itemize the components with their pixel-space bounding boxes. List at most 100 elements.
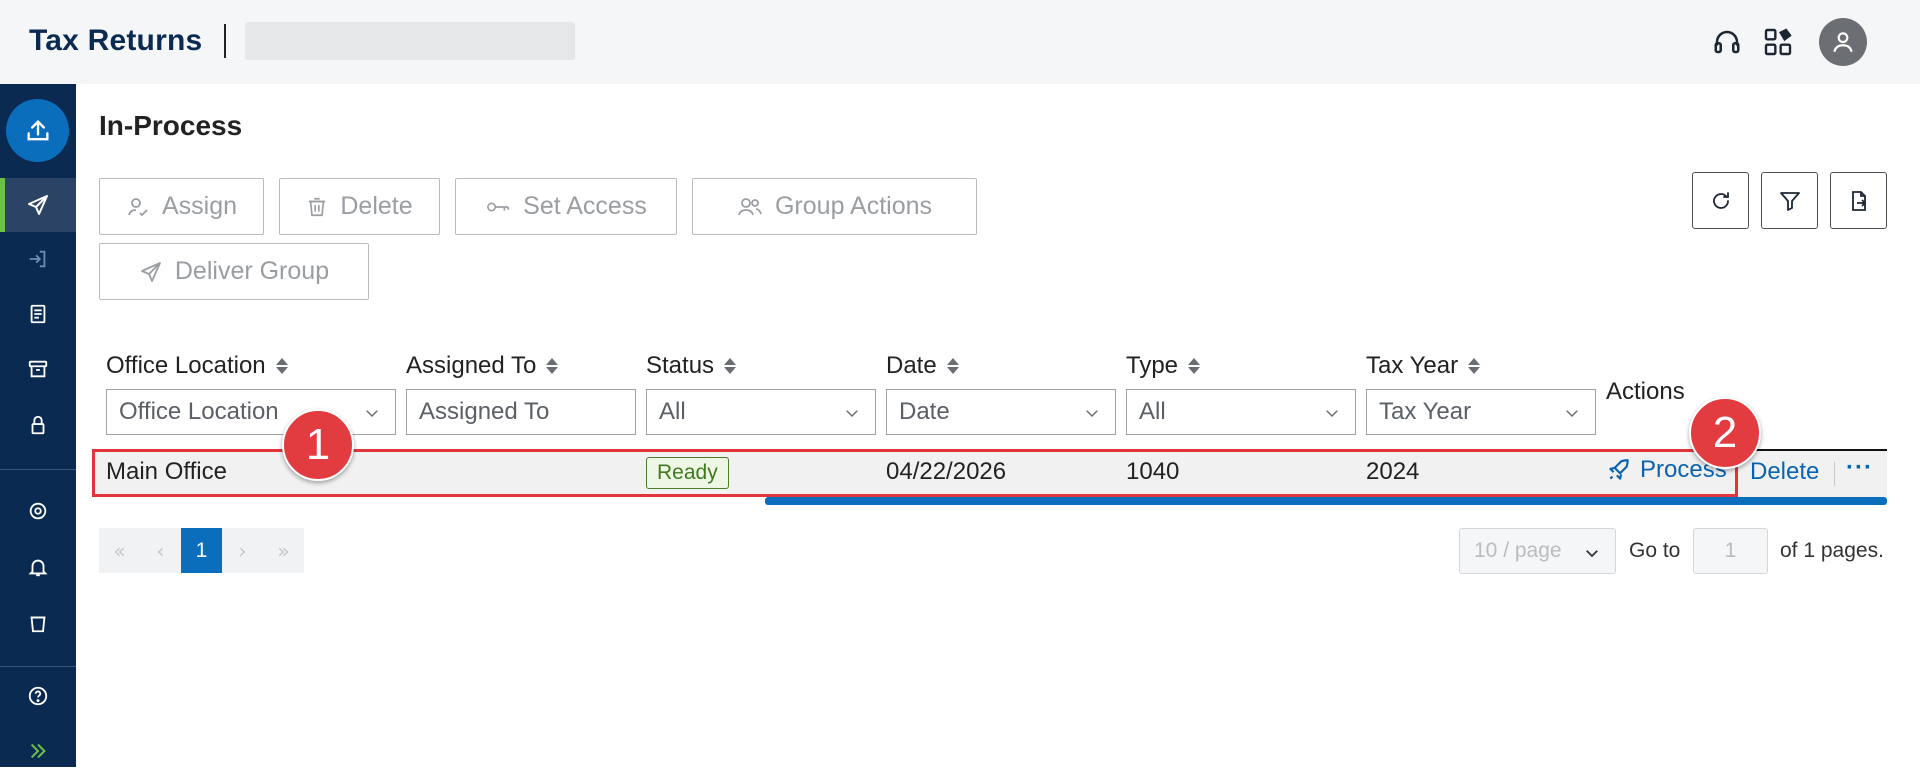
col-header-tax-year[interactable]: Tax Year <box>1366 352 1481 380</box>
sort-icon[interactable] <box>946 358 959 374</box>
document-icon <box>30 304 46 324</box>
deliver-group-button[interactable]: Deliver Group <box>99 243 369 300</box>
filter-value: All <box>1139 398 1166 425</box>
chevron-down-icon <box>846 410 858 418</box>
more-actions-button[interactable]: ··· <box>1846 454 1873 482</box>
col-header-label: Status <box>646 352 715 379</box>
assigned-to-filter[interactable]: Assigned To <box>406 389 636 435</box>
delete-label: Delete <box>340 192 413 220</box>
status-filter[interactable]: All <box>646 389 876 435</box>
col-header-assigned-to[interactable]: Assigned To <box>406 352 559 380</box>
sidebar-item-send[interactable] <box>0 178 76 232</box>
col-header-actions: Actions <box>1606 378 1685 405</box>
life-ring-icon <box>29 502 47 520</box>
filter-value: Assigned To <box>419 398 550 425</box>
sidebar-divider <box>0 469 76 470</box>
col-header-type[interactable]: Type <box>1126 352 1201 380</box>
col-header-label: Office Location <box>106 352 266 379</box>
col-header-status[interactable]: Status <box>646 352 737 380</box>
chevron-down-icon <box>1586 550 1598 558</box>
double-chevron-right-icon <box>30 743 46 759</box>
col-header-label: Date <box>886 352 937 379</box>
send-icon <box>28 195 48 215</box>
col-header-date[interactable]: Date <box>886 352 959 380</box>
first-page-button[interactable]: « <box>99 528 140 573</box>
goto-page-input[interactable]: 1 <box>1693 528 1768 574</box>
date-filter[interactable]: Date <box>886 389 1116 435</box>
page-button-current[interactable]: 1 <box>181 528 222 573</box>
sidebar-expand[interactable] <box>0 724 76 778</box>
action-separator <box>1834 462 1835 486</box>
last-page-button[interactable]: » <box>263 528 304 573</box>
delete-action[interactable]: Delete <box>1750 458 1819 486</box>
sort-icon[interactable] <box>1468 358 1481 374</box>
upload-button[interactable] <box>6 99 69 162</box>
cell-type: 1040 <box>1126 458 1180 485</box>
key-icon <box>487 202 510 211</box>
group-actions-button[interactable]: Group Actions <box>692 178 977 235</box>
sort-icon[interactable] <box>1188 358 1201 374</box>
tax-year-filter[interactable]: Tax Year <box>1366 389 1596 435</box>
group-actions-label: Group Actions <box>774 192 933 220</box>
sidebar-item-archive[interactable] <box>0 342 76 396</box>
refresh-icon <box>1712 191 1729 209</box>
sort-icon[interactable] <box>724 358 737 374</box>
sign-in-icon <box>29 250 46 268</box>
blurred-client-name <box>245 22 575 60</box>
chevron-down-icon <box>1086 410 1098 418</box>
cell-tax-year: 2024 <box>1366 458 1420 485</box>
sidebar-item-help[interactable] <box>0 669 76 723</box>
filter-value: Tax Year <box>1379 398 1472 425</box>
cell-date: 04/22/2026 <box>886 458 1007 485</box>
col-header-label: Type <box>1126 352 1179 379</box>
chevron-down-icon <box>1566 410 1578 418</box>
assign-button[interactable]: Assign <box>99 178 264 235</box>
type-filter[interactable]: All <box>1126 389 1356 435</box>
apps-icon[interactable] <box>1762 26 1794 58</box>
sidebar-divider <box>0 666 76 667</box>
chevron-down-icon <box>366 410 378 418</box>
office-location-filter[interactable]: Office Location <box>106 389 396 435</box>
set-access-label: Set Access <box>523 192 647 220</box>
sidebar-item-documents[interactable] <box>0 287 76 341</box>
sidebar-item-support[interactable] <box>0 484 76 538</box>
archive-icon <box>28 360 48 378</box>
app-title: Tax Returns <box>29 24 203 57</box>
app-header: Tax Returns <box>0 0 1920 84</box>
cell-office-location: Main Office <box>106 458 227 485</box>
export-file-icon <box>1851 190 1866 211</box>
prev-page-button[interactable]: ‹ <box>140 528 181 573</box>
sort-icon[interactable] <box>546 358 559 374</box>
filter-value: Office Location <box>119 398 279 425</box>
row-progress-line <box>765 497 1887 505</box>
sidebar-item-trash[interactable] <box>0 596 76 650</box>
col-header-label: Tax Year <box>1366 352 1459 379</box>
send-icon <box>140 261 161 282</box>
title-divider <box>224 24 226 58</box>
callout-marker-1: 1 <box>282 409 354 481</box>
col-header-label: Assigned To <box>406 352 537 379</box>
sidebar-item-inbox[interactable] <box>0 232 76 286</box>
user-avatar[interactable] <box>1819 18 1867 66</box>
sort-icon[interactable] <box>275 358 288 374</box>
filter-button[interactable] <box>1761 172 1818 229</box>
filter-value: Date <box>899 398 950 425</box>
sidebar-item-notifications[interactable] <box>0 540 76 594</box>
next-page-button[interactable]: › <box>222 528 263 573</box>
refresh-button[interactable] <box>1692 172 1749 229</box>
col-header-office-location[interactable]: Office Location <box>106 352 288 380</box>
callout-marker-2: 2 <box>1689 397 1761 469</box>
lock-icon <box>31 415 45 435</box>
sidebar <box>0 84 76 767</box>
trash-icon <box>30 616 46 633</box>
sidebar-item-security[interactable] <box>0 398 76 452</box>
assign-label: Assign <box>161 192 238 220</box>
export-button[interactable] <box>1830 172 1887 229</box>
user-icon <box>1833 32 1853 53</box>
set-access-button[interactable]: Set Access <box>455 178 677 235</box>
status-badge: Ready <box>646 457 729 489</box>
delete-button[interactable]: Delete <box>279 178 440 235</box>
bell-icon <box>28 559 48 577</box>
headset-icon[interactable] <box>1711 26 1743 58</box>
page-size-select[interactable]: 10 / page <box>1459 528 1616 574</box>
